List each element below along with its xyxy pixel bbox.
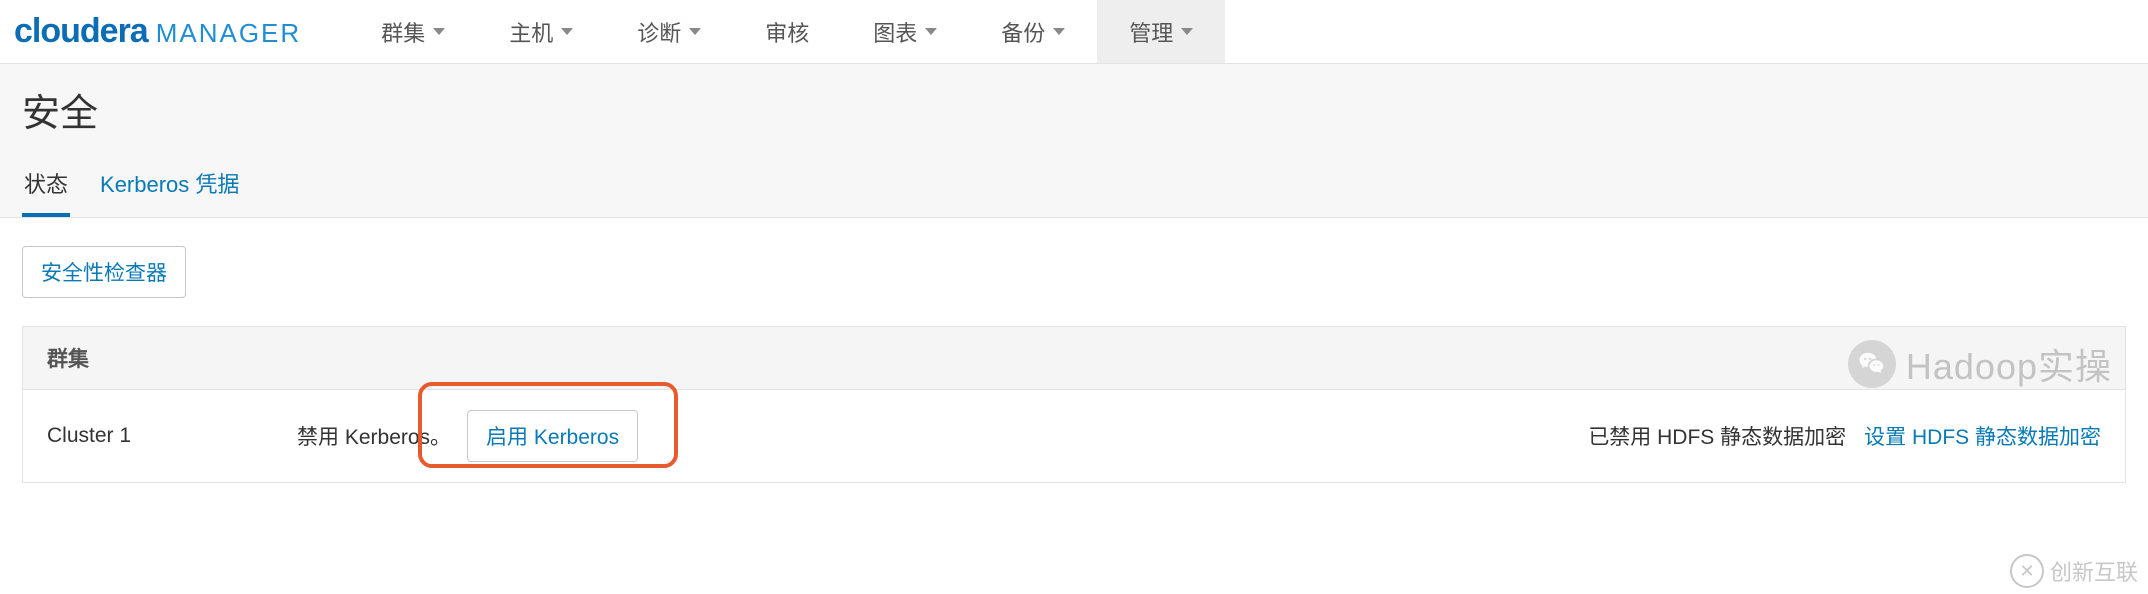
hdfs-status-text: 已禁用 HDFS 静态数据加密 (1588, 421, 1846, 451)
logo-product-text: MANAGER (156, 18, 301, 49)
corner-logo-icon: ✕ (2010, 554, 2044, 588)
nav-label: 主机 (509, 16, 553, 48)
kerberos-status-text: 禁用 Kerberos。 (297, 421, 451, 451)
corner-logo-text: 创新互联 (2050, 555, 2138, 587)
link-label: 设置 HDFS 静态数据加密 (1864, 426, 2101, 449)
button-label: 安全性检查器 (41, 262, 167, 285)
tab-label: 状态 (24, 172, 68, 197)
button-label: 启用 Kerberos (486, 426, 619, 449)
page-title: 安全 (22, 82, 2126, 137)
caret-down-icon (1181, 28, 1193, 35)
nav-charts[interactable]: 图表 (841, 0, 969, 63)
tabs: 状态 Kerberos 凭据 (22, 159, 2126, 217)
caret-down-icon (689, 28, 701, 35)
nav-label: 管理 (1129, 16, 1173, 48)
caret-down-icon (561, 28, 573, 35)
nav-backup[interactable]: 备份 (969, 0, 1097, 63)
nav-label: 备份 (1001, 16, 1045, 48)
nav-items: 群集 主机 诊断 审核 图表 备份 管理 (349, 0, 1225, 63)
caret-down-icon (1053, 28, 1065, 35)
nav-label: 审核 (765, 16, 809, 48)
nav-label: 图表 (873, 16, 917, 48)
logo-brand-text: cloudera (14, 12, 148, 51)
nav-diagnostics[interactable]: 诊断 (605, 0, 733, 63)
security-inspector-button[interactable]: 安全性检查器 (22, 246, 186, 298)
enable-kerberos-button[interactable]: 启用 Kerberos (467, 410, 638, 462)
tab-kerberos-credentials[interactable]: Kerberos 凭据 (98, 159, 241, 217)
nav-label: 群集 (381, 16, 425, 48)
tab-label: Kerberos 凭据 (100, 172, 239, 197)
caret-down-icon (925, 28, 937, 35)
caret-down-icon (433, 28, 445, 35)
tab-status[interactable]: 状态 (22, 159, 70, 217)
nav-audits[interactable]: 审核 (733, 0, 841, 63)
setup-hdfs-encryption-link[interactable]: 设置 HDFS 静态数据加密 (1864, 421, 2101, 451)
table-row: Cluster 1 禁用 Kerberos。 启用 Kerberos 已禁用 H… (23, 390, 2125, 482)
kerberos-cell: 禁用 Kerberos。 启用 Kerberos (297, 410, 638, 462)
nav-label: 诊断 (637, 16, 681, 48)
table-header-clusters: 群集 (23, 327, 2125, 390)
corner-logo: ✕ 创新互联 (2010, 554, 2138, 588)
top-navbar: cloudera MANAGER 群集 主机 诊断 审核 图表 备份 管理 (0, 0, 2148, 64)
hdfs-cell: 已禁用 HDFS 静态数据加密 设置 HDFS 静态数据加密 (1588, 421, 2101, 451)
cluster-name: Cluster 1 (47, 424, 297, 448)
brand-logo[interactable]: cloudera MANAGER (14, 12, 315, 51)
clusters-table: 群集 Cluster 1 禁用 Kerberos。 启用 Kerberos 已禁… (22, 326, 2126, 483)
nav-clusters[interactable]: 群集 (349, 0, 477, 63)
page-body: 安全性检查器 群集 Cluster 1 禁用 Kerberos。 启用 Kerb… (0, 218, 2148, 483)
page-header: 安全 状态 Kerberos 凭据 (0, 64, 2148, 218)
nav-hosts[interactable]: 主机 (477, 0, 605, 63)
nav-administration[interactable]: 管理 (1097, 0, 1225, 63)
